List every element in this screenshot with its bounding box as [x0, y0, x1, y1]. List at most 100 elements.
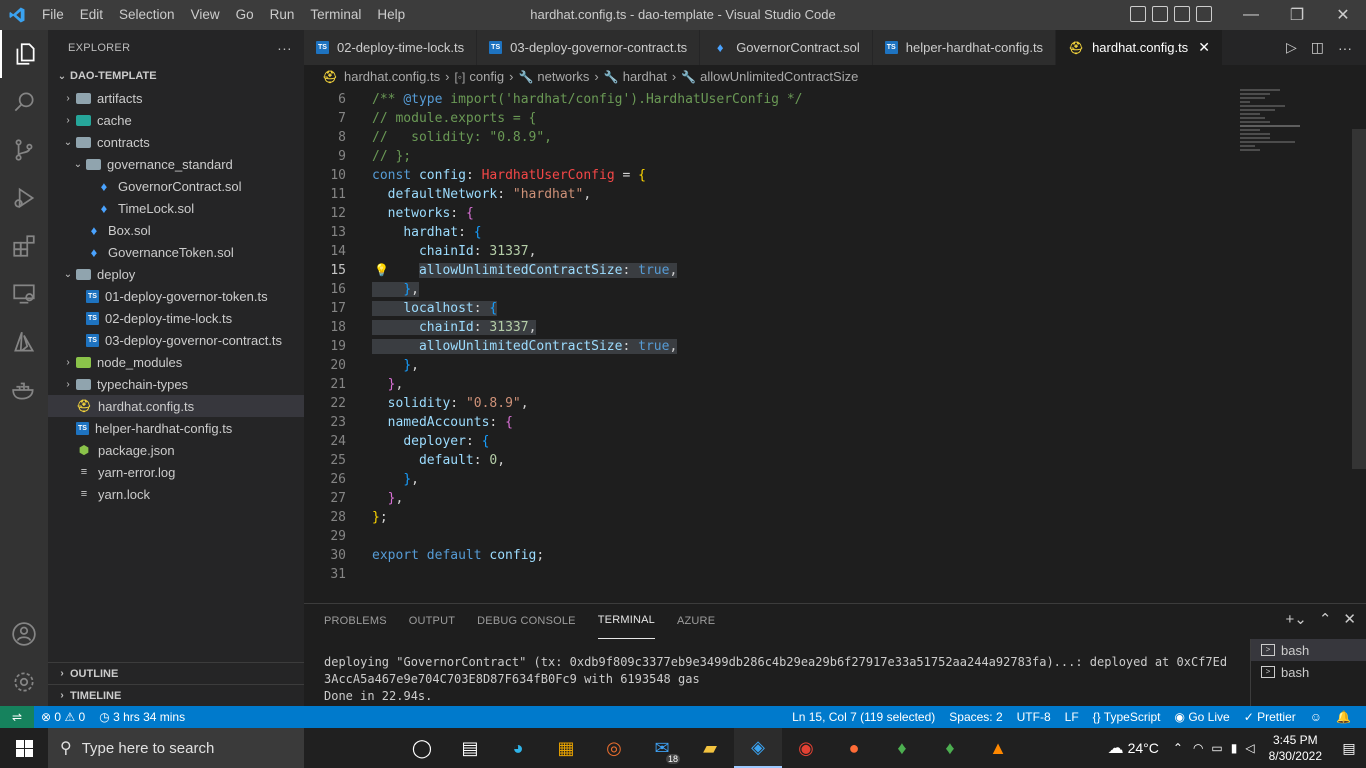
panel-tab-azure[interactable]: AZURE [677, 604, 715, 639]
terminal-instance[interactable]: > bash [1251, 661, 1366, 683]
tree-file[interactable]: ♦ GovernanceToken.sol [48, 241, 304, 263]
outline-section[interactable]: › OUTLINE [48, 662, 304, 684]
breadcrumb-item[interactable]: [◦] config [454, 69, 504, 84]
file-explorer-icon[interactable]: ▰ [686, 728, 734, 768]
azure-icon[interactable] [0, 318, 48, 366]
settings-gear-icon[interactable] [0, 658, 48, 706]
menu-edit[interactable]: Edit [72, 0, 111, 30]
terminal-output[interactable]: deploying "GovernorContract" (tx: 0xdb9f… [324, 654, 1234, 705]
temperature-label[interactable]: 24°C [1128, 740, 1159, 756]
editor-tab[interactable]: TS 03-deploy-governor-contract.ts [477, 30, 701, 65]
mongodb-icon[interactable]: ♦ [926, 728, 974, 768]
problems-status[interactable]: ⊗ 0 ⚠ 0 [34, 710, 92, 724]
editor-tab[interactable]: ♦ GovernorContract.sol [700, 30, 873, 65]
menu-go[interactable]: Go [228, 0, 262, 30]
tree-folder[interactable]: › cache [48, 109, 304, 131]
run-debug-icon[interactable] [0, 174, 48, 222]
widgets-icon[interactable]: ▤ [446, 728, 494, 768]
more-actions-icon[interactable]: ··· [1338, 40, 1352, 56]
wifi-icon[interactable]: ◠ [1193, 741, 1203, 755]
edge-icon[interactable]: ◕ [494, 728, 542, 768]
menu-selection[interactable]: Selection [111, 0, 183, 30]
tree-file[interactable]: TS helper-hardhat-config.ts [48, 417, 304, 439]
tree-file[interactable]: TS 01-deploy-governor-token.ts [48, 285, 304, 307]
indentation-status[interactable]: Spaces: 2 [942, 710, 1009, 724]
editor-tab[interactable]: ⛑ hardhat.config.ts ✕ [1056, 30, 1223, 65]
editor-tab[interactable]: TS helper-hardhat-config.ts [872, 30, 1057, 65]
source-control-icon[interactable] [0, 126, 48, 174]
menu-view[interactable]: View [183, 0, 228, 30]
encoding-status[interactable]: UTF-8 [1010, 710, 1058, 724]
menu-file[interactable]: File [34, 0, 72, 30]
accounts-icon[interactable] [0, 610, 48, 658]
breadcrumb-item[interactable]: 🔧 hardhat [604, 69, 667, 84]
mail-icon[interactable]: ✉ 18 [638, 728, 686, 768]
maximize-panel-icon[interactable]: ⌃ [1319, 610, 1332, 628]
editor-scrollbar[interactable] [1352, 129, 1366, 469]
code-editor[interactable]: 6 /** @type import('hardhat/config').Hard… [304, 87, 1366, 603]
tree-file[interactable]: ≡ yarn-error.log [48, 461, 304, 483]
mongodb-compass-icon[interactable]: ♦ [878, 728, 926, 768]
chrome-icon[interactable]: ◉ [782, 728, 830, 768]
battery-icon[interactable]: ▮ [1231, 741, 1238, 755]
run-icon[interactable]: ▷ [1286, 39, 1297, 56]
breadcrumb-item[interactable]: 🔧 allowUnlimitedContractSize [681, 69, 858, 84]
eol-status[interactable]: LF [1058, 710, 1086, 724]
store-icon[interactable]: ▦ [542, 728, 590, 768]
breadcrumb-item[interactable]: ⛑ hardhat.config.ts [322, 69, 440, 84]
extensions-icon[interactable] [0, 222, 48, 270]
close-panel-icon[interactable]: ✕ [1343, 610, 1356, 628]
minimap[interactable] [1234, 87, 1352, 157]
editor-tab[interactable]: TS 02-deploy-time-lock.ts [304, 30, 478, 65]
toggle-sidebar-icon[interactable] [1130, 6, 1146, 22]
menu-terminal[interactable]: Terminal [302, 0, 369, 30]
tree-file[interactable]: ♦ GovernorContract.sol [48, 175, 304, 197]
volume-icon[interactable]: ◁ [1245, 741, 1254, 755]
toggle-secondary-sidebar-icon[interactable] [1174, 6, 1190, 22]
tree-file[interactable]: ♦ Box.sol [48, 219, 304, 241]
close-window-button[interactable]: ✕ [1320, 0, 1366, 30]
remote-indicator-icon[interactable]: ⇌ [0, 706, 34, 728]
toggle-panel-icon[interactable] [1152, 6, 1168, 22]
panel-tab-problems[interactable]: PROBLEMS [324, 604, 387, 639]
explorer-more-actions-button[interactable]: ··· [277, 40, 292, 56]
customize-layout-icon[interactable] [1196, 6, 1212, 22]
terminal-instance[interactable]: > bash [1251, 639, 1366, 661]
feedback-icon[interactable]: ☺ [1303, 710, 1329, 724]
clock[interactable]: 3:45 PM 8/30/2022 [1259, 732, 1332, 764]
tree-file[interactable]: ⛑ hardhat.config.ts [48, 395, 304, 417]
time-tracker-status[interactable]: ◷ 3 hrs 34 mins [92, 710, 192, 724]
golive-status[interactable]: ◉ Go Live [1168, 710, 1237, 724]
menu-run[interactable]: Run [262, 0, 303, 30]
language-status[interactable]: {} TypeScript [1086, 710, 1168, 724]
menu-help[interactable]: Help [369, 0, 413, 30]
postman-icon[interactable]: ● [830, 728, 878, 768]
panel-tab-output[interactable]: OUTPUT [409, 604, 455, 639]
tree-folder[interactable]: › typechain-types [48, 373, 304, 395]
timeline-section[interactable]: › TIMELINE [48, 684, 304, 706]
cursor-position-status[interactable]: Ln 15, Col 7 (119 selected) [785, 710, 942, 724]
tree-file[interactable]: TS 03-deploy-governor-contract.ts [48, 329, 304, 351]
weather-icon[interactable]: ☁ [1108, 738, 1124, 758]
start-button[interactable] [0, 728, 48, 768]
split-editor-icon[interactable]: ◫ [1311, 39, 1324, 56]
notification-center-icon[interactable]: ▤ [1332, 740, 1366, 757]
taskbar-search[interactable]: ⚲ Type here to search [48, 728, 304, 768]
vscode-taskbar-icon[interactable]: ◈ [734, 728, 782, 768]
media-icon[interactable]: ◎ [590, 728, 638, 768]
tree-folder[interactable]: ⌄ deploy [48, 263, 304, 285]
tree-folder[interactable]: › node_modules [48, 351, 304, 373]
tree-file[interactable]: ⬢ package.json [48, 439, 304, 461]
display-icon[interactable]: ▭ [1211, 741, 1222, 755]
tree-folder[interactable]: ⌄ governance_standard [48, 153, 304, 175]
tree-file[interactable]: TS 02-deploy-time-lock.ts [48, 307, 304, 329]
docker-icon[interactable] [0, 366, 48, 414]
panel-tab-debug-console[interactable]: DEBUG CONSOLE [477, 604, 576, 639]
panel-tab-terminal[interactable]: TERMINAL [597, 604, 655, 639]
chevron-up-icon[interactable]: ⌃ [1173, 741, 1183, 755]
breadcrumb-item[interactable]: 🔧 networks [518, 69, 589, 84]
workspace-root[interactable]: ⌄ DAO-TEMPLATE [48, 65, 304, 87]
new-terminal-icon[interactable]: +⌄ [1286, 610, 1307, 628]
task-view-icon[interactable]: ◯ [398, 728, 446, 768]
lightbulb-icon[interactable]: 💡 [374, 261, 389, 280]
